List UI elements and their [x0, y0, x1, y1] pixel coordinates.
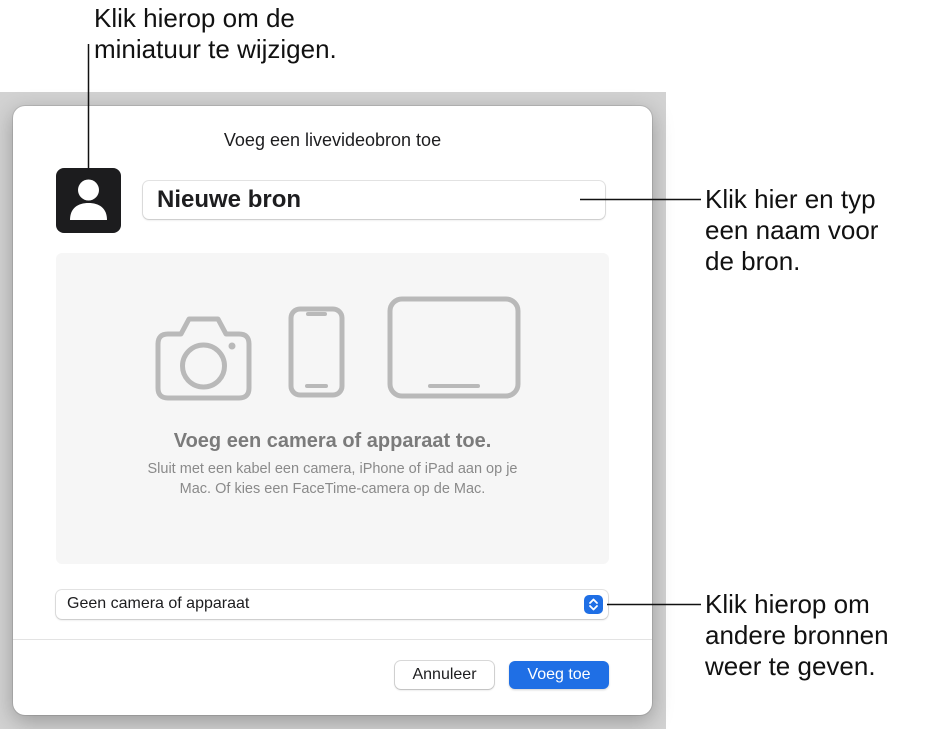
callout-line: Klik hierop om de	[94, 3, 295, 33]
footer-divider	[13, 639, 652, 640]
thumbnail-callout: Klik hierop om de miniatuur te wijzigen.	[94, 3, 337, 65]
dialog-title: Voeg een livevideobron toe	[223, 130, 442, 150]
drop-area-heading: Voeg een camera of apparaat toe.	[173, 430, 492, 452]
camera-flash-icon	[228, 342, 236, 350]
thumbnail-button[interactable]	[56, 168, 121, 233]
chevron-up-down-icon[interactable]	[584, 595, 603, 614]
name-field-callout: Klik hier en typ een naam voor de bron.	[705, 184, 878, 277]
callout-line: Klik hier en typ	[705, 184, 876, 214]
callout-line: de bron.	[705, 246, 801, 276]
cancel-button[interactable]: Annuleer	[395, 661, 494, 689]
callout-line: andere bronnen	[705, 620, 889, 650]
source-select-callout: Klik hierop om andere bronnen weer te ge…	[705, 589, 889, 682]
source-select-value: Geen camera of apparaat	[67, 595, 250, 612]
callout-line: weer te geven.	[705, 651, 876, 681]
add-button[interactable]: Voeg toe	[509, 661, 609, 689]
person-silhouette-icon	[70, 179, 107, 220]
device-drop-area: Voeg een camera of apparaat toe. Sluit m…	[56, 253, 609, 564]
iphone-icon	[288, 306, 345, 398]
camera-icon	[155, 316, 252, 401]
callout-line: een naam voor	[705, 215, 879, 245]
callout-line: Klik hierop om	[705, 589, 870, 619]
callout-line: miniatuur te wijzigen.	[94, 34, 337, 64]
source-select[interactable]: Geen camera of apparaat	[56, 590, 608, 619]
device-icons	[155, 296, 521, 401]
add-live-video-source-dialog: Voeg een livevideobron toe Voeg een	[13, 106, 652, 715]
ipad-icon	[387, 296, 521, 399]
drop-area-description-line: Mac. Of kies een FaceTime-camera op de M…	[179, 481, 486, 497]
drop-area-description: Sluit met een kabel een camera, iPhone o…	[56, 459, 609, 499]
source-name-field[interactable]	[143, 181, 605, 219]
drop-area-description-line: Sluit met een kabel een camera, iPhone o…	[147, 461, 518, 477]
